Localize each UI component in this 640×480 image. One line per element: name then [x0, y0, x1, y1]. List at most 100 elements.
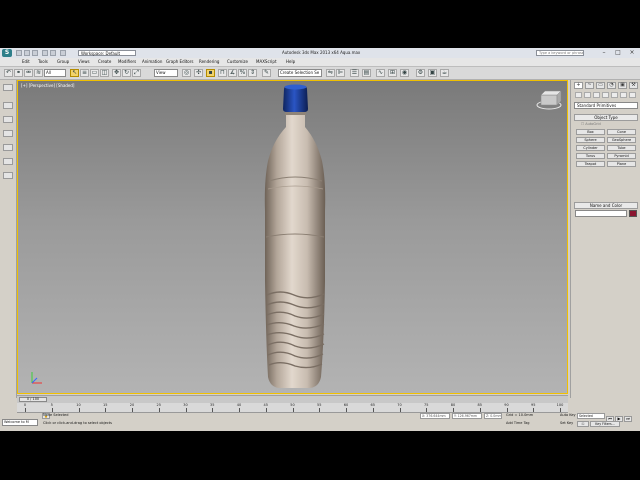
systems-icon[interactable]: [629, 92, 636, 98]
save-file-icon[interactable]: [32, 50, 38, 56]
sphere-button[interactable]: Sphere: [576, 137, 605, 143]
graphite-tool-icon[interactable]: [3, 102, 13, 109]
plane-button[interactable]: Plane: [607, 161, 636, 167]
object-color-swatch[interactable]: [629, 210, 637, 217]
bind-space-warp-icon[interactable]: ≋: [34, 69, 43, 77]
menu-graph-editors[interactable]: Graph Editors: [166, 59, 193, 65]
name-and-color-rollout[interactable]: Name and Color: [574, 202, 638, 209]
menu-maxscript[interactable]: MAXScript: [256, 59, 277, 65]
menu-rendering[interactable]: Rendering: [199, 59, 219, 65]
menu-help[interactable]: Help: [286, 59, 295, 65]
set-key-button[interactable]: Set Key: [560, 421, 573, 426]
app-logo-icon[interactable]: S: [2, 49, 12, 57]
object-name-input[interactable]: [575, 210, 627, 217]
redo-icon[interactable]: [50, 50, 56, 56]
maximize-icon[interactable]: □: [612, 49, 624, 57]
menu-edit[interactable]: Edit: [22, 59, 30, 65]
box-button[interactable]: Box: [576, 129, 605, 135]
select-scale-icon[interactable]: ⤢: [132, 69, 141, 77]
align-icon[interactable]: ⊫: [336, 69, 345, 77]
torus-button[interactable]: Torus: [576, 153, 605, 159]
menu-views[interactable]: Views: [78, 59, 90, 65]
select-manipulate-icon[interactable]: ✣: [194, 69, 203, 77]
shapes-icon[interactable]: [584, 92, 591, 98]
schematic-view-icon[interactable]: ⊞: [388, 69, 397, 77]
undo-icon[interactable]: [42, 50, 48, 56]
pyramid-button[interactable]: Pyramid: [607, 153, 636, 159]
select-by-name-icon[interactable]: ≡: [80, 69, 89, 77]
new-file-icon[interactable]: [16, 50, 22, 56]
go-to-start-icon[interactable]: ⏮: [606, 416, 614, 422]
geosphere-button[interactable]: GeoSphere: [607, 137, 636, 143]
selection-tool-icon[interactable]: [3, 130, 13, 137]
motion-tab[interactable]: ◔: [607, 82, 616, 89]
modify-tab[interactable]: ~: [585, 82, 594, 89]
cameras-icon[interactable]: [602, 92, 609, 98]
project-folder-icon[interactable]: [60, 50, 66, 56]
search-input[interactable]: Type a keyword or phrase: [536, 50, 584, 56]
graphite-ribbon-icon[interactable]: ▤: [362, 69, 371, 77]
time-slider[interactable]: 0 / 100: [17, 395, 568, 403]
cone-button[interactable]: Cone: [607, 129, 636, 135]
render-setup-icon[interactable]: ⚙: [416, 69, 425, 77]
set-key-icon[interactable]: ⚿: [577, 421, 589, 427]
pivot-center-icon[interactable]: ◎: [182, 69, 191, 77]
play-icon[interactable]: ▶: [615, 416, 623, 422]
unlink-icon[interactable]: ⚮: [24, 69, 33, 77]
selection-filter-dropdown[interactable]: All: [44, 69, 66, 77]
helpers-icon[interactable]: [611, 92, 618, 98]
z-coordinate-field[interactable]: Z: 0.0mm: [484, 413, 502, 419]
spinner-snap-icon[interactable]: ⇕: [248, 69, 257, 77]
named-selection-dropdown[interactable]: Create Selection Se: [278, 69, 322, 77]
primitive-category-dropdown[interactable]: Standard Primitives: [574, 102, 638, 109]
render-production-icon[interactable]: ☕: [440, 69, 449, 77]
x-coordinate-field[interactable]: X: 376.644mm: [420, 413, 450, 419]
layers-tool-icon[interactable]: [3, 172, 13, 179]
cylinder-button[interactable]: Cylinder: [576, 145, 605, 151]
lights-icon[interactable]: [593, 92, 600, 98]
object-type-rollout[interactable]: Object Type: [574, 114, 638, 121]
edit-named-selection-icon[interactable]: ✎: [262, 69, 271, 77]
populate-tool-icon[interactable]: [3, 158, 13, 165]
add-time-tag-button[interactable]: Add Time Tag: [506, 421, 530, 426]
go-to-end-icon[interactable]: ⏭: [624, 416, 632, 422]
open-file-icon[interactable]: [24, 50, 30, 56]
auto-key-button[interactable]: Auto Key: [560, 413, 576, 418]
material-editor-icon[interactable]: ◉: [400, 69, 409, 77]
workspace-dropdown[interactable]: Workspace: Default: [78, 50, 136, 56]
close-icon[interactable]: ×: [626, 49, 638, 57]
utilities-tab[interactable]: ⚒: [629, 82, 638, 89]
snaps-toggle-icon[interactable]: ⊓: [218, 69, 227, 77]
perspective-viewport[interactable]: [+] [Perspective] [Shaded]: [17, 80, 568, 394]
menu-group[interactable]: Group: [57, 59, 69, 65]
teapot-button[interactable]: Teapot: [576, 161, 605, 167]
track-bar[interactable]: 0 5 10 15 20 25 30 35 40 45 50 55 60 65 70 75 80 85 90 95 10…: [17, 403, 568, 413]
rectangular-selection-icon[interactable]: ▭: [90, 69, 99, 77]
select-rotate-icon[interactable]: ↻: [122, 69, 131, 77]
keyboard-shortcut-override-icon[interactable]: ▪: [206, 69, 215, 77]
menu-tools[interactable]: Tools: [38, 59, 48, 65]
water-bottle-model[interactable]: [264, 84, 326, 389]
menu-modifiers[interactable]: Modifiers: [118, 59, 136, 65]
select-object-icon[interactable]: ↖: [70, 69, 79, 77]
geometry-icon[interactable]: [575, 92, 582, 98]
layer-manager-icon[interactable]: ☰: [350, 69, 359, 77]
mirror-icon[interactable]: ⇋: [326, 69, 335, 77]
tube-button[interactable]: Tube: [607, 145, 636, 151]
minimize-icon[interactable]: –: [598, 49, 610, 57]
window-crossing-icon[interactable]: ◫: [100, 69, 109, 77]
time-slider-thumb[interactable]: 0 / 100: [19, 397, 47, 402]
link-icon[interactable]: ⚭: [14, 69, 23, 77]
menu-create[interactable]: Create: [98, 59, 111, 65]
autogrid-checkbox[interactable]: ☐ AutoGrid: [581, 122, 601, 127]
space-warps-icon[interactable]: [620, 92, 627, 98]
curve-editor-icon[interactable]: ∿: [376, 69, 385, 77]
maxscript-listener-input[interactable]: Welcome to M: [2, 419, 38, 426]
create-tab[interactable]: +: [574, 82, 583, 89]
hierarchy-tab[interactable]: ▭: [596, 82, 605, 89]
angle-snap-icon[interactable]: ∡: [228, 69, 237, 77]
select-move-icon[interactable]: ✥: [112, 69, 121, 77]
viewport-tool-icon[interactable]: [3, 84, 13, 91]
menu-animation[interactable]: Animation: [142, 59, 162, 65]
object-paint-icon[interactable]: [3, 144, 13, 151]
